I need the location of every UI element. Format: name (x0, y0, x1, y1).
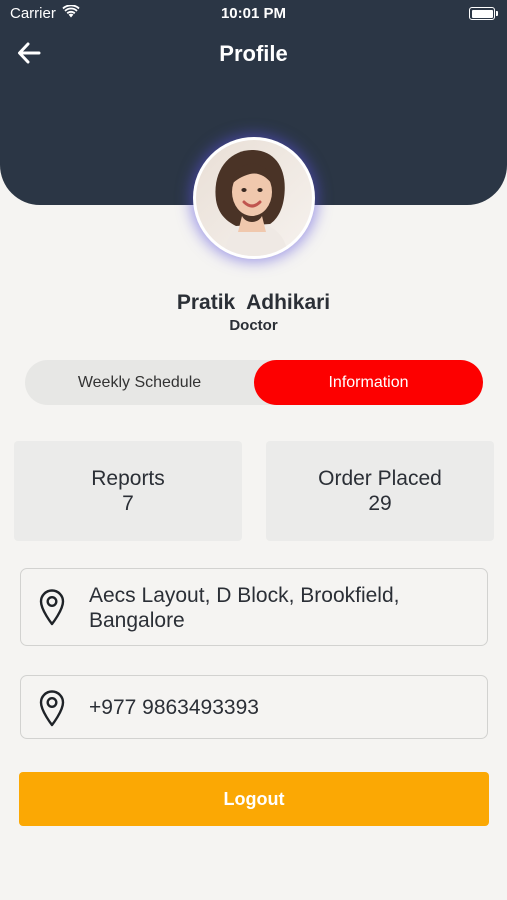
avatar-photo (196, 140, 312, 256)
status-bar: Carrier 10:01 PM (0, 0, 507, 28)
reports-count: 7 (122, 492, 134, 515)
address-text: Aecs Layout, D Block, Brookfield, Bangal… (89, 584, 400, 632)
phone-text: +977 9863493393 (89, 696, 259, 719)
location-pin-icon (35, 688, 69, 728)
phone-field: +977 9863493393 (20, 675, 488, 739)
tab-information[interactable]: Information (254, 360, 483, 405)
page-title: Profile (219, 41, 288, 66)
tab-weekly-schedule[interactable]: Weekly Schedule (25, 360, 254, 405)
battery-icon (469, 7, 498, 20)
reports-label: Reports (91, 467, 165, 490)
avatar[interactable] (193, 137, 315, 259)
profile-tabs: Weekly Schedule Information (25, 360, 483, 405)
orders-card[interactable]: Order Placed 29 (266, 441, 494, 541)
user-name: Pratik Adhikari (176, 291, 331, 314)
orders-count: 29 (368, 492, 392, 515)
logout-button[interactable]: Logout (19, 772, 489, 826)
status-time: 10:01 PM (220, 5, 287, 22)
reports-card[interactable]: Reports 7 (14, 441, 242, 541)
orders-label: Order Placed (318, 467, 442, 490)
user-role: Doctor (229, 317, 278, 334)
address-field: Aecs Layout, D Block, Brookfield, Bangal… (20, 568, 488, 646)
location-pin-icon (35, 587, 69, 627)
